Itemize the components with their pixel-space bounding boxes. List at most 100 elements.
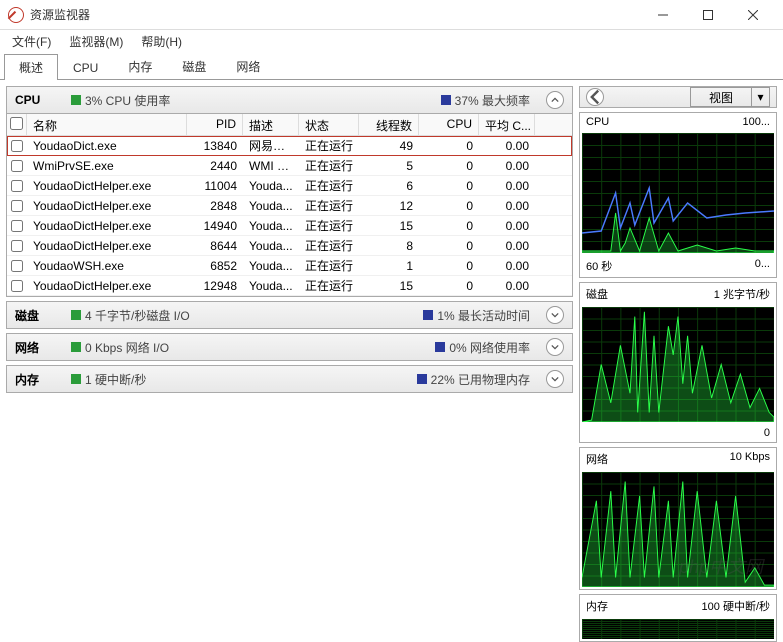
disk-graph-box: 磁盘 1 兆字节/秒 0: [579, 282, 777, 443]
tab-memory[interactable]: 内存: [113, 53, 167, 79]
tab-disk[interactable]: 磁盘: [167, 53, 221, 79]
cpu-freq-label: 37% 最大频率: [455, 92, 530, 109]
cpu-collapse-button[interactable]: [546, 91, 564, 109]
col-name[interactable]: 名称: [27, 114, 187, 135]
cell-pid: 12948: [187, 277, 243, 295]
menu-help[interactable]: 帮助(H): [133, 31, 190, 52]
cell-desc: Youda...: [243, 237, 299, 255]
col-threads[interactable]: 线程数: [359, 114, 419, 135]
cell-pid: 11004: [187, 177, 243, 195]
cell-avg: 0.00: [479, 237, 535, 255]
cell-name: YoudaoDictHelper.exe: [27, 197, 187, 215]
disk-graph: [582, 307, 774, 422]
cell-pid: 2440: [187, 157, 243, 175]
cell-status: 正在运行: [299, 155, 359, 176]
view-dropdown[interactable]: 视图 ▾: [690, 87, 770, 107]
disk-graph-xright: 0: [764, 427, 770, 439]
tabbar: 概述 CPU 内存 磁盘 网络: [0, 52, 783, 80]
close-button[interactable]: [730, 0, 775, 30]
select-all-checkbox[interactable]: [10, 117, 23, 130]
table-row[interactable]: YoudaoWSH.exe 6852 Youda... 正在运行 1 0 0.0…: [7, 256, 572, 276]
cell-threads: 6: [359, 177, 419, 195]
view-controls: 视图 ▾: [579, 86, 777, 108]
cell-threads: 1: [359, 257, 419, 275]
memory-graph-box: 内存100 硬中断/秒: [579, 594, 777, 642]
cell-status: 正在运行: [299, 255, 359, 276]
cpu-usage-label: 3% CPU 使用率: [85, 92, 170, 109]
cpu-graph-box: CPU100... 60 秒0...: [579, 112, 777, 278]
network-section-header[interactable]: 网络 0 Kbps 网络 I/O 0% 网络使用率: [6, 333, 573, 361]
cell-name: YoudaoDictHelper.exe: [27, 217, 187, 235]
network-graph: [582, 472, 774, 587]
cell-avg: 0.00: [479, 137, 535, 155]
cell-name: YoudaoDictHelper.exe: [27, 277, 187, 295]
network-graph-box: 网络10 Kbps: [579, 447, 777, 590]
cell-cpu: 0: [419, 217, 479, 235]
cpu-section-header[interactable]: CPU 3% CPU 使用率 37% 最大频率: [6, 86, 573, 114]
table-row[interactable]: YoudaoDictHelper.exe 2848 Youda... 正在运行 …: [7, 196, 572, 216]
maximize-button[interactable]: [685, 0, 730, 30]
col-cpu[interactable]: CPU: [419, 114, 479, 135]
menu-monitor[interactable]: 监视器(M): [61, 31, 131, 52]
row-checkbox[interactable]: [11, 260, 23, 272]
panel-collapse-button[interactable]: [586, 88, 604, 106]
menu-file[interactable]: 文件(F): [4, 31, 59, 52]
cell-desc: Youda...: [243, 197, 299, 215]
process-table: 名称 PID 描述 状态 线程数 CPU 平均 C... YoudaoDict.…: [6, 114, 573, 297]
network-title: 网络: [15, 339, 55, 356]
row-checkbox[interactable]: [11, 280, 23, 292]
memory-stat2: 22% 已用物理内存: [431, 371, 530, 388]
table-row[interactable]: YoudaoDictHelper.exe 8644 Youda... 正在运行 …: [7, 236, 572, 256]
col-avg[interactable]: 平均 C...: [479, 114, 535, 135]
disk-stat1: 4 千字节/秒磁盘 I/O: [85, 307, 190, 324]
disk-graph-max: 1 兆字节/秒: [714, 286, 770, 302]
cell-threads: 49: [359, 137, 419, 155]
table-row[interactable]: WmiPrvSE.exe 2440 WMI P... 正在运行 5 0 0.00: [7, 156, 572, 176]
cell-threads: 8: [359, 237, 419, 255]
row-checkbox[interactable]: [11, 160, 23, 172]
disk-graph-title: 磁盘: [586, 286, 608, 302]
disk-expand-button[interactable]: [546, 306, 564, 324]
memory-stat1: 1 硬中断/秒: [85, 371, 146, 388]
col-status[interactable]: 状态: [299, 114, 359, 135]
memory-expand-button[interactable]: [546, 370, 564, 388]
memory-section-header[interactable]: 内存 1 硬中断/秒 22% 已用物理内存: [6, 365, 573, 393]
cpu-graph-max: 100...: [742, 116, 770, 128]
cell-pid: 14940: [187, 217, 243, 235]
cell-status: 正在运行: [299, 215, 359, 236]
cell-cpu: 0: [419, 137, 479, 155]
cell-avg: 0.00: [479, 257, 535, 275]
view-label: 视图: [691, 89, 751, 106]
cpu-graph-xleft: 60 秒: [586, 258, 612, 274]
table-row[interactable]: YoudaoDictHelper.exe 11004 Youda... 正在运行…: [7, 176, 572, 196]
cell-desc: WMI P...: [243, 157, 299, 175]
row-checkbox[interactable]: [11, 180, 23, 192]
tab-network[interactable]: 网络: [221, 53, 275, 79]
cell-name: WmiPrvSE.exe: [27, 157, 187, 175]
row-checkbox[interactable]: [11, 240, 23, 252]
blue-square-icon: [423, 310, 433, 320]
cell-status: 正在运行: [299, 195, 359, 216]
minimize-button[interactable]: [640, 0, 685, 30]
col-desc[interactable]: 描述: [243, 114, 299, 135]
network-expand-button[interactable]: [546, 338, 564, 356]
net-graph-title: 网络: [586, 451, 608, 467]
cell-threads: 5: [359, 157, 419, 175]
cell-cpu: 0: [419, 177, 479, 195]
cell-desc: Youda...: [243, 177, 299, 195]
table-row[interactable]: YoudaoDictHelper.exe 12948 Youda... 正在运行…: [7, 276, 572, 296]
table-row[interactable]: YoudaoDict.exe 13840 网易有... 正在运行 49 0 0.…: [7, 136, 572, 156]
row-checkbox[interactable]: [11, 140, 23, 152]
row-checkbox[interactable]: [11, 220, 23, 232]
cell-desc: 网易有...: [243, 135, 299, 156]
table-row[interactable]: YoudaoDictHelper.exe 14940 Youda... 正在运行…: [7, 216, 572, 236]
tab-overview[interactable]: 概述: [4, 54, 58, 80]
row-checkbox[interactable]: [11, 200, 23, 212]
tab-cpu[interactable]: CPU: [58, 56, 113, 79]
menubar: 文件(F) 监视器(M) 帮助(H): [0, 30, 783, 52]
disk-section-header[interactable]: 磁盘 4 千字节/秒磁盘 I/O 1% 最长活动时间: [6, 301, 573, 329]
blue-square-icon: [435, 342, 445, 352]
cell-name: YoudaoDictHelper.exe: [27, 237, 187, 255]
col-pid[interactable]: PID: [187, 114, 243, 135]
cell-name: YoudaoDictHelper.exe: [27, 177, 187, 195]
